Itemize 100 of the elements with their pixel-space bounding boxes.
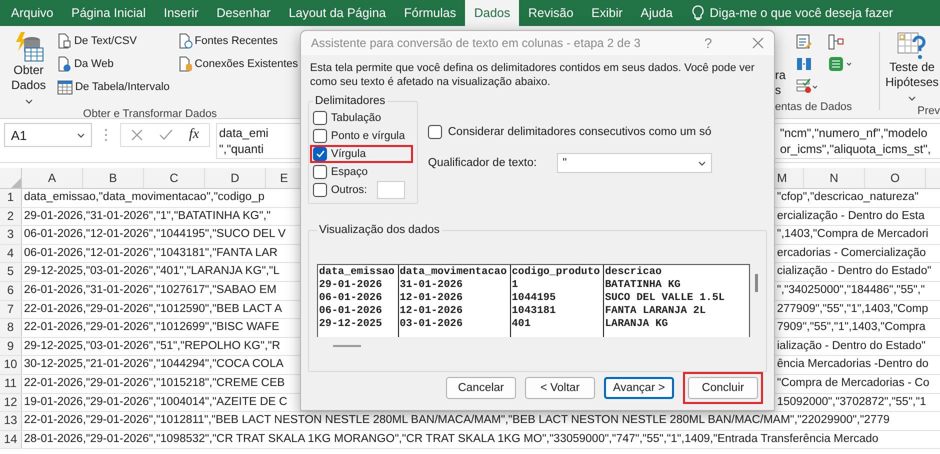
preview-cell-text: BATATINHA KG [604, 279, 682, 292]
option-label[interactable]: Tabulação [331, 112, 382, 124]
what-if-button[interactable]: Teste de Hipóteses [884, 26, 940, 105]
cell-text: 28-01-2026,"29-01-2026","1098532","CR TRAT SKALA 1KG MORANGO","CR TRAT SKALA 1KG MO","33059000","747","55","1",1409,"Entrada Transferência Mercado [23, 432, 880, 447]
row-header[interactable]: 11 [0, 374, 22, 393]
cell-text: cialização - Dentro do Estado" [776, 264, 932, 280]
row-header[interactable]: 14 [0, 430, 22, 448]
cell-text: 06-01-2026,"12-01-2026","1043181","FANTA LAR [23, 246, 279, 261]
option-label[interactable]: Vírgula [331, 148, 366, 160]
preview-header: codigo_produto [512, 266, 600, 279]
button-label[interactable]: s [775, 83, 786, 97]
cell-text: "Compra de Mercadorias - Co [776, 376, 930, 391]
column-header[interactable]: C [144, 168, 205, 188]
other-delimiter-field[interactable] [377, 181, 406, 199]
name-box[interactable]: A1 [4, 123, 92, 147]
cell-text: 19-01-2026,"29-01-2026","1004014","AZEITE DE C [23, 394, 288, 410]
database-file-icon [178, 56, 193, 72]
checkbox[interactable] [313, 165, 327, 179]
row-header[interactable]: 2 [0, 208, 22, 226]
ribbon-button[interactable]: Fontes Recentes [178, 31, 298, 51]
dialog-button[interactable]: Concluir [688, 377, 758, 399]
get-data-button[interactable]: Obter Dados [4, 31, 54, 108]
button-label[interactable]: ra [775, 68, 786, 82]
ribbon-tab[interactable]: Página Inicial [62, 0, 155, 26]
ribbon-tab[interactable]: Ajuda [632, 0, 682, 26]
checkbox[interactable] [313, 147, 327, 161]
row-header[interactable]: 12 [0, 394, 22, 412]
ribbon-tab[interactable]: Arquivo [2, 0, 62, 26]
cell-text: 30-12-2025,"21-01-2026","1044294","COCA COLA [23, 357, 285, 372]
column-header[interactable]: O [865, 168, 926, 188]
form-icon [796, 34, 812, 50]
relationship-icon [828, 34, 844, 50]
checkbox[interactable] [313, 183, 327, 197]
cell-text: ência Mercadorias -Dentro do [776, 357, 930, 372]
cell-text: data_emissao,"data_movimentacao","codigo_p [23, 190, 266, 205]
row-header[interactable]: 7 [0, 300, 22, 318]
columns-icon [796, 56, 812, 72]
row-header[interactable]: 6 [0, 282, 22, 300]
ribbon-button[interactable]: De Tabela/Intervalo [57, 77, 170, 97]
scrollbar-thumb[interactable] [755, 274, 758, 292]
check-icon[interactable] [159, 129, 173, 141]
preview-cell-text: 06-01-2026 [319, 305, 384, 318]
ribbon-button[interactable]: De Text/CSV [57, 31, 170, 51]
what-if-icon [897, 32, 927, 60]
close-icon[interactable] [752, 37, 764, 49]
formula-text: ","quanti [218, 141, 265, 157]
option-label[interactable]: Considerar delimitadores consecutivos como um só [448, 126, 712, 138]
row-header[interactable]: 4 [0, 244, 22, 262]
column-header[interactable]: D [205, 168, 266, 188]
cell-text: 26-01-2026,"31-01-2026","1027617","SABAO EM [23, 282, 278, 298]
ribbon-tab[interactable]: Desenhar [207, 0, 280, 26]
qualifier-dropdown[interactable]: " [556, 153, 712, 173]
row-header[interactable]: 8 [0, 319, 22, 337]
file-icon [57, 33, 72, 49]
checkbox[interactable] [428, 125, 442, 139]
preview-cell-text: 29-12-2025 [319, 318, 384, 331]
group-title: Delimitadores [314, 95, 386, 107]
preview-cell-text: 12-01-2026 [400, 305, 464, 318]
check-icon [316, 150, 324, 158]
formula-text: "ncm","numero_nf","modelo [779, 125, 928, 141]
group-label: entas de Dados [775, 101, 854, 115]
close-icon[interactable] [131, 129, 143, 141]
dialog-button[interactable]: Avançar > [604, 377, 674, 399]
preview-header: data_movimentacao [400, 266, 507, 279]
cell-text: "cfop","descricao_natureza" [776, 190, 920, 205]
option-label[interactable]: Espaço [331, 166, 368, 178]
ribbon-tab[interactable]: Inserir [154, 0, 208, 26]
cell-text: 29-12-2025,"03-01-2026","51","REPOLHO KG","R [23, 338, 282, 354]
preview-cell-text: LARANJA KG [604, 318, 669, 331]
formula-text: or_icms","aliquota_icms_st", [779, 141, 932, 157]
row-header[interactable]: 13 [0, 412, 22, 430]
ribbon-tab[interactable]: Dados [465, 0, 520, 26]
column-header[interactable]: A [22, 168, 83, 188]
checkbox[interactable] [313, 129, 327, 143]
row-header[interactable]: 1 [0, 189, 22, 207]
column-header[interactable]: B [83, 168, 144, 188]
scrollbar-thumb[interactable] [333, 345, 361, 347]
more-icon [104, 128, 108, 142]
row-header[interactable]: 10 [0, 356, 22, 374]
cell-text: 22-01-2026,"29-01-2026","1015218","CREME CEB [23, 376, 286, 391]
ribbon-tab[interactable]: Fórmulas [395, 0, 466, 26]
cell-text: 22-01-2026,"29-01-2026","1012699","BISC WAFE [23, 320, 280, 336]
insert-function-button[interactable]: fx [189, 127, 200, 143]
ribbon-tab[interactable]: Exibir [582, 0, 632, 26]
ribbon-tab[interactable]: Revisão [519, 0, 582, 26]
ribbon-button[interactable]: Da Web [57, 54, 170, 74]
row-header[interactable]: 9 [0, 338, 22, 356]
option-label[interactable]: Ponto e vírgula [331, 130, 405, 142]
tell-me-field[interactable]: Diga-me o que você deseja fazer [710, 6, 894, 20]
ribbon-button[interactable]: Conexões Existentes [178, 54, 298, 74]
dialog-button[interactable]: < Voltar [525, 377, 595, 399]
dialog-button[interactable]: Cancelar [446, 377, 516, 399]
row-header[interactable]: 3 [0, 226, 22, 244]
option-label[interactable]: Outros: [331, 184, 368, 196]
cell-text: ",1403,"Compra de Mercadori [776, 227, 930, 242]
row-header[interactable]: 5 [0, 263, 22, 281]
cell-text: 277909","55","1",1403,"Comp [776, 302, 930, 317]
checkbox[interactable] [313, 111, 327, 125]
ribbon-tab[interactable]: Layout da Página [280, 0, 395, 26]
column-header[interactable]: N [804, 168, 865, 188]
